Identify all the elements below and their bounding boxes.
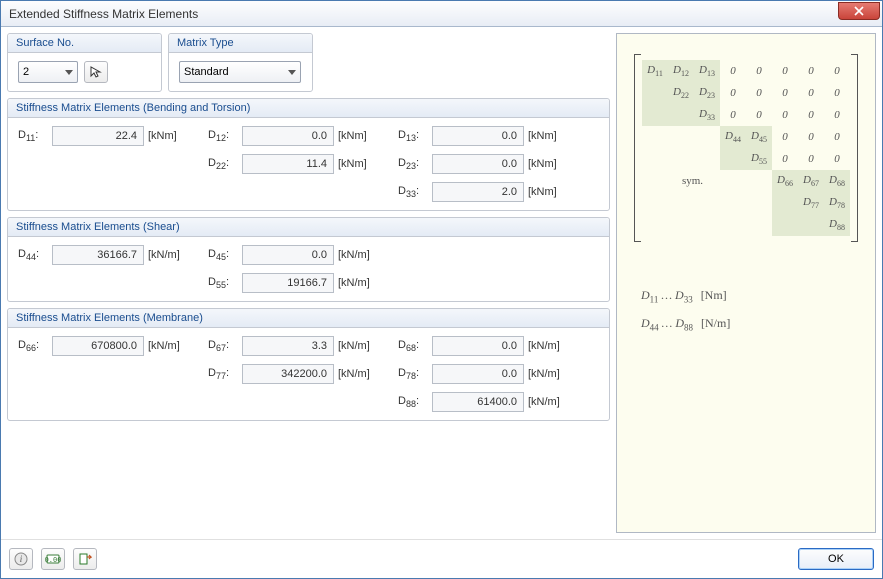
titlebar: Extended Stiffness Matrix Elements bbox=[1, 1, 882, 27]
dialog-footer: i 0.00 OK bbox=[1, 539, 882, 578]
decimal-icon: 0.00 bbox=[45, 552, 61, 566]
d44-input[interactable] bbox=[52, 245, 144, 265]
membrane-group: Stiffness Matrix Elements (Membrane) D66… bbox=[7, 308, 610, 421]
d12-input[interactable] bbox=[242, 126, 334, 146]
matrix-type-label: Matrix Type bbox=[169, 34, 312, 53]
d13-input[interactable] bbox=[432, 126, 524, 146]
content-area: Surface No. 2 bbox=[1, 27, 882, 539]
field-d45: D45:[kN/m] bbox=[208, 245, 398, 265]
field-d55: D55:[kN/m] bbox=[208, 273, 398, 293]
d33-input[interactable] bbox=[432, 182, 524, 202]
export-button[interactable] bbox=[73, 548, 97, 570]
ok-button[interactable]: OK bbox=[798, 548, 874, 570]
field-d78: D78:[kN/m] bbox=[398, 364, 588, 384]
d23-input[interactable] bbox=[432, 154, 524, 174]
matrix-preview-panel: D11D12D1300000 D22D2300000 D3300000 D44D… bbox=[616, 33, 876, 533]
units-button[interactable]: 0.00 bbox=[41, 548, 65, 570]
sym-label: sym. bbox=[668, 170, 720, 192]
table-export-icon bbox=[78, 552, 92, 566]
d78-input[interactable] bbox=[432, 364, 524, 384]
dialog-window: Extended Stiffness Matrix Elements Surfa… bbox=[0, 0, 883, 579]
matrix-type-value: Standard bbox=[184, 66, 229, 78]
bending-group: Stiffness Matrix Elements (Bending and T… bbox=[7, 98, 610, 211]
shear-title: Stiffness Matrix Elements (Shear) bbox=[8, 218, 609, 237]
d67-input[interactable] bbox=[242, 336, 334, 356]
d77-input[interactable] bbox=[242, 364, 334, 384]
d11-input[interactable] bbox=[52, 126, 144, 146]
close-icon bbox=[854, 6, 864, 16]
pick-surface-button[interactable] bbox=[84, 61, 108, 83]
d88-input[interactable] bbox=[432, 392, 524, 412]
matrix-legend: D11 … D33[Nm] D44 … D88[N/m] bbox=[641, 282, 851, 338]
stiffness-matrix: D11D12D1300000 D22D2300000 D3300000 D44D… bbox=[634, 54, 858, 242]
window-title: Extended Stiffness Matrix Elements bbox=[9, 7, 198, 21]
surface-value: 2 bbox=[23, 66, 29, 78]
left-panel: Surface No. 2 bbox=[7, 33, 610, 533]
close-button[interactable] bbox=[838, 2, 880, 20]
surface-label: Surface No. bbox=[8, 34, 161, 53]
svg-text:0.00: 0.00 bbox=[45, 556, 61, 564]
field-d23: D23:[kNm] bbox=[398, 154, 588, 174]
d66-input[interactable] bbox=[52, 336, 144, 356]
chevron-down-icon bbox=[65, 70, 73, 75]
field-d33: D33:[kNm] bbox=[398, 182, 588, 202]
field-d11: D11:[kNm] bbox=[18, 126, 208, 146]
field-d12: D12:[kNm] bbox=[208, 126, 398, 146]
field-d88: D88:[kN/m] bbox=[398, 392, 588, 412]
field-d77: D77:[kN/m] bbox=[208, 364, 398, 384]
cursor-icon bbox=[89, 65, 103, 79]
d68-input[interactable] bbox=[432, 336, 524, 356]
field-d13: D13:[kNm] bbox=[398, 126, 588, 146]
field-d44: D44:[kN/m] bbox=[18, 245, 208, 265]
d45-input[interactable] bbox=[242, 245, 334, 265]
top-group-row: Surface No. 2 bbox=[7, 33, 610, 92]
field-d67: D67:[kN/m] bbox=[208, 336, 398, 356]
d55-input[interactable] bbox=[242, 273, 334, 293]
surface-select[interactable]: 2 bbox=[18, 61, 78, 83]
d22-input[interactable] bbox=[242, 154, 334, 174]
membrane-title: Stiffness Matrix Elements (Membrane) bbox=[8, 309, 609, 328]
help-icon: i bbox=[14, 552, 28, 566]
shear-group: Stiffness Matrix Elements (Shear) D44:[k… bbox=[7, 217, 610, 302]
field-d66: D66:[kN/m] bbox=[18, 336, 208, 356]
field-d68: D68:[kN/m] bbox=[398, 336, 588, 356]
chevron-down-icon bbox=[288, 70, 296, 75]
help-button[interactable]: i bbox=[9, 548, 33, 570]
matrix-type-select[interactable]: Standard bbox=[179, 61, 301, 83]
matrix-type-group: Matrix Type Standard bbox=[168, 33, 313, 92]
surface-group: Surface No. 2 bbox=[7, 33, 162, 92]
field-d22: D22:[kNm] bbox=[208, 154, 398, 174]
bending-title: Stiffness Matrix Elements (Bending and T… bbox=[8, 99, 609, 118]
